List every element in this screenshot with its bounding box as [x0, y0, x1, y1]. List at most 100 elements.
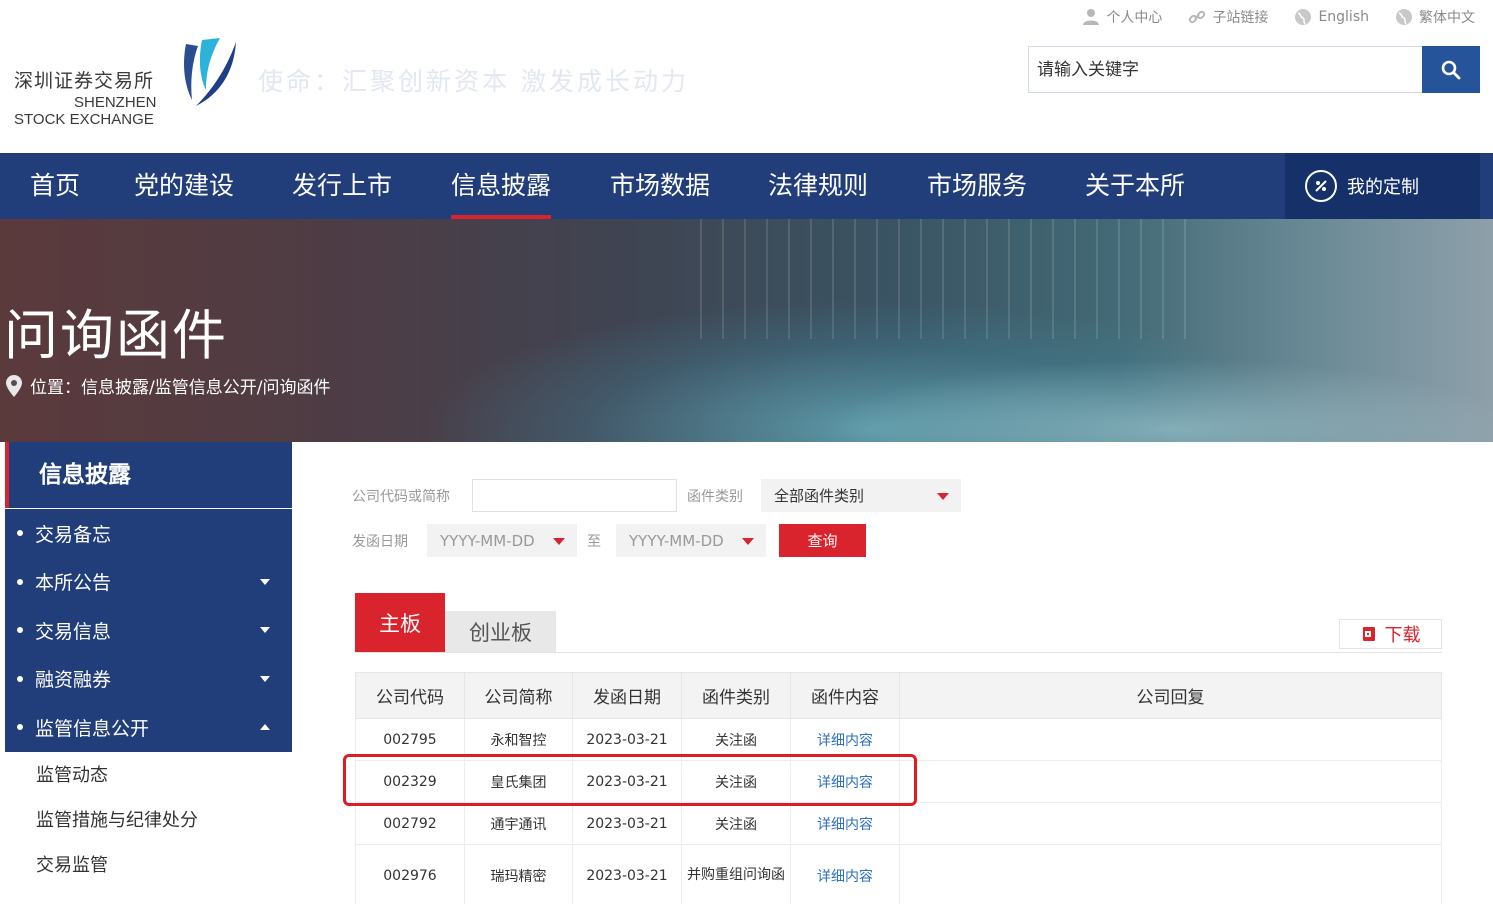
page-banner: 问询函件 位置：信息披露/监管信息公开/问询函件: [0, 219, 1493, 442]
logo-chinese-name: 深圳证券交易所: [14, 70, 155, 92]
start-date-picker[interactable]: YYYY-MM-DD: [427, 524, 577, 557]
top-link-label: 个人中心: [1106, 10, 1163, 26]
sidebar-subitem-regulatory-news[interactable]: 监管动态: [5, 752, 292, 797]
start-date-placeholder: YYYY-MM-DD: [440, 531, 535, 550]
nav-item-rules[interactable]: 法律规则: [768, 153, 868, 219]
top-link-personal-center[interactable]: 个人中心: [1082, 6, 1162, 28]
chevron-down-icon: [260, 578, 270, 585]
sidebar-item-trading-memo[interactable]: 交易备忘: [5, 509, 292, 558]
sidebar-item-margin-trading[interactable]: 融资融券: [5, 655, 292, 704]
cell-company-name: 皇氏集团: [464, 760, 573, 803]
detail-link[interactable]: 详细内容: [790, 844, 900, 904]
end-date-picker[interactable]: YYYY-MM-DD: [616, 524, 766, 557]
cell-company-name: 永和智控: [464, 718, 573, 761]
cell-company-code: 002976: [355, 844, 465, 904]
letter-type-value: 全部函件类别: [774, 487, 865, 505]
cell-company-code: 002329: [355, 760, 465, 803]
globe-icon: [1295, 9, 1312, 25]
download-button[interactable]: 下载: [1339, 619, 1442, 649]
top-link-subsite[interactable]: 子站链接: [1188, 6, 1268, 28]
sidebar-item-label: 融资融券: [35, 669, 112, 692]
bullet-icon: [17, 578, 23, 585]
cell-letter-type: 关注函: [681, 718, 791, 761]
tab-divider: [355, 652, 1442, 653]
customize-icon: [1305, 170, 1337, 202]
column-header-code: 公司代码: [355, 672, 465, 719]
cell-company-name: 瑞玛精密: [464, 844, 573, 904]
letter-type-label: 函件类别: [687, 489, 743, 505]
sidebar-item-label: 监管信息公开: [35, 717, 150, 740]
table-row: 002795 永和智控 2023-03-21 关注函 详细内容: [355, 718, 1442, 761]
top-link-label: English: [1318, 9, 1369, 25]
query-button[interactable]: 查询: [779, 524, 866, 557]
end-date-placeholder: YYYY-MM-DD: [629, 531, 724, 550]
column-header-name: 公司简称: [464, 672, 573, 719]
tab-chinext-board[interactable]: 创业板: [445, 611, 556, 653]
chevron-up-icon: [260, 724, 270, 731]
sidebar-subitem-regulatory-measures[interactable]: 监管措施与纪律处分: [5, 797, 292, 842]
logo-english-line1: SHENZHEN: [74, 94, 157, 111]
search-input[interactable]: [1028, 46, 1422, 93]
sidebar-item-label: 交易备忘: [35, 523, 112, 546]
bullet-icon: [17, 627, 23, 634]
nav-item-market-services[interactable]: 市场服务: [927, 153, 1027, 219]
table-row: 002976 瑞玛精密 2023-03-21 并购重组问询函 详细内容: [355, 844, 1442, 904]
cell-issue-date: 2023-03-21: [572, 844, 682, 904]
cell-company-reply: [899, 802, 1442, 845]
top-link-label: 繁体中文: [1419, 10, 1475, 26]
sidebar-item-regulatory-disclosure[interactable]: 监管信息公开: [5, 703, 292, 752]
main-content: 公司代码或简称 函件类别 全部函件类别 发函日期 YYYY-MM-DD 至 YY…: [317, 442, 1480, 904]
globe-icon: [1396, 9, 1412, 25]
nav-item-listing[interactable]: 发行上市: [292, 153, 392, 219]
top-link-english[interactable]: English: [1294, 6, 1369, 28]
issue-date-label: 发函日期: [352, 534, 408, 550]
sidebar-item-trading-info[interactable]: 交易信息: [5, 606, 292, 655]
detail-link[interactable]: 详细内容: [790, 802, 900, 845]
column-header-date: 发函日期: [572, 672, 682, 719]
top-link-traditional-chinese[interactable]: 繁体中文: [1395, 6, 1475, 28]
bullet-icon: [17, 724, 23, 731]
company-code-input[interactable]: [472, 479, 677, 512]
column-header-content: 函件内容: [790, 672, 900, 719]
cell-company-reply: [899, 718, 1442, 761]
letter-type-select[interactable]: 全部函件类别: [761, 479, 961, 512]
sidebar-subitem-trading-supervision[interactable]: 交易监管: [5, 842, 292, 887]
column-header-type: 函件类别: [681, 672, 791, 719]
cell-letter-type: 关注函: [681, 802, 791, 845]
bullet-icon: [17, 675, 23, 682]
sidebar-item-exchange-announcements[interactable]: 本所公告: [5, 558, 292, 607]
table-header-row: 公司代码 公司简称 发函日期 函件类别 函件内容 公司回复: [355, 672, 1442, 719]
tab-main-board[interactable]: 主板: [355, 593, 445, 653]
cell-letter-type: 关注函: [681, 760, 791, 803]
sidebar-subitem-label: 监管措施与纪律处分: [36, 810, 198, 831]
company-code-label: 公司代码或简称: [352, 489, 450, 505]
nav-item-disclosure[interactable]: 信息披露: [451, 153, 552, 219]
breadcrumb-text[interactable]: 位置：信息披露/监管信息公开/问询函件: [30, 373, 330, 398]
bullet-icon: [17, 530, 23, 537]
sidebar-item-label: 本所公告: [35, 572, 112, 595]
breadcrumb: 位置：信息披露/监管信息公开/问询函件: [6, 373, 330, 398]
my-custom-label: 我的定制: [1347, 177, 1419, 198]
search-icon: [1441, 60, 1461, 79]
link-icon: [1189, 10, 1206, 24]
search-button[interactable]: [1422, 46, 1480, 93]
nav-item-about[interactable]: 关于本所: [1085, 153, 1185, 219]
main-nav: 首页 党的建设 发行上市 信息披露 市场数据 法律规则 市场服务 关于本所 我的…: [0, 153, 1493, 219]
detail-link[interactable]: 详细内容: [790, 760, 900, 803]
location-pin-icon: [6, 374, 22, 397]
table-row: 002329 皇氏集团 2023-03-21 关注函 详细内容: [355, 760, 1442, 803]
cell-issue-date: 2023-03-21: [572, 718, 682, 761]
cell-company-reply: [899, 844, 1442, 904]
my-custom-button[interactable]: 我的定制: [1285, 153, 1480, 219]
detail-link[interactable]: 详细内容: [790, 718, 900, 761]
top-link-label: 子站链接: [1212, 10, 1269, 26]
cell-company-name: 通宇通讯: [464, 802, 573, 845]
dropdown-arrow-icon: [742, 537, 754, 545]
cell-company-code: 002795: [355, 718, 465, 761]
chevron-down-icon: [260, 675, 270, 682]
logo-emblem-icon: [184, 38, 236, 106]
nav-item-party-building[interactable]: 党的建设: [134, 153, 234, 219]
szse-logo[interactable]: 深圳证券交易所 SHENZHEN STOCK EXCHANGE: [14, 34, 239, 130]
nav-item-home[interactable]: 首页: [30, 153, 80, 219]
nav-item-market-data[interactable]: 市场数据: [610, 153, 710, 219]
